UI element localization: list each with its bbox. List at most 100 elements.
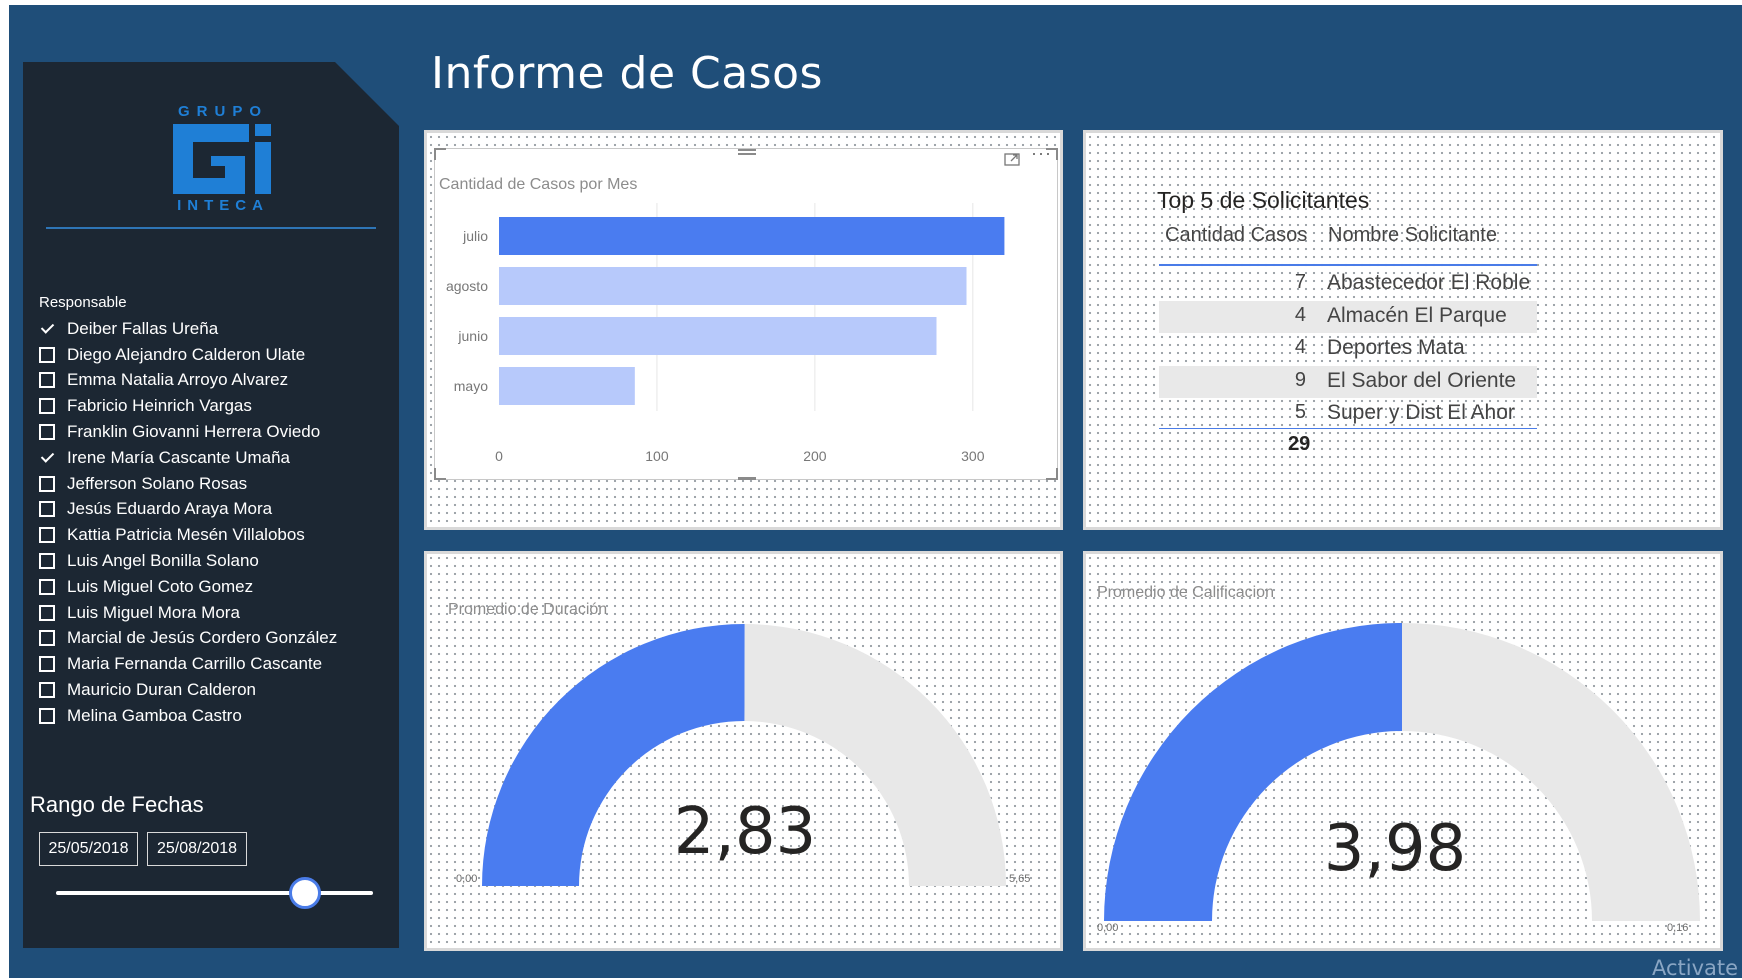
responsable-label: Diego Alejandro Calderon Ulate [67, 344, 306, 364]
checkbox-checked-icon[interactable] [39, 321, 55, 337]
responsable-option[interactable]: Mauricio Duran Calderon [39, 677, 337, 703]
activation-watermark: Activate [1652, 956, 1739, 980]
responsable-option[interactable]: Diego Alejandro Calderon Ulate [39, 342, 337, 368]
responsable-option[interactable]: Kattia Patricia Mesén Villalobos [39, 522, 337, 548]
table-row[interactable]: 4 Almacén El Parque [1159, 300, 1537, 333]
checkbox-icon[interactable] [39, 372, 55, 389]
svg-text:INTECA: INTECA [177, 197, 269, 212]
x-tick-label: 200 [803, 448, 827, 464]
row-name: Super y Dist El Ahor [1327, 401, 1515, 424]
svg-text:GRUPO: GRUPO [178, 103, 268, 120]
logo-divider [46, 227, 376, 229]
responsable-label: Melina Gamboa Castro [67, 705, 242, 725]
responsable-option[interactable]: Franklin Giovanni Herrera Oviedo [39, 419, 337, 445]
checkbox-icon[interactable] [39, 630, 55, 647]
responsable-label: Franklin Giovanni Herrera Oviedo [67, 422, 321, 442]
responsable-label: Luis Miguel Mora Mora [67, 602, 240, 622]
responsable-label: Maria Fernanda Carrillo Cascante [67, 654, 323, 674]
rating-gauge-value: 3,98 [1323, 812, 1467, 886]
filter-sidebar: GRUPO INTECA Responsable Deiber Fallas U… [23, 62, 399, 948]
bar-julio[interactable] [499, 217, 1005, 255]
rating-gauge-min: 0,00 [1097, 922, 1119, 934]
checkbox-icon[interactable] [39, 656, 55, 673]
row-count: 4 [1294, 303, 1306, 326]
checkbox-icon[interactable] [39, 398, 55, 415]
x-tick-label: 300 [961, 448, 985, 464]
responsable-label: Kattia Patricia Mesén Villalobos [67, 525, 305, 545]
responsable-option[interactable]: Jesús Eduardo Araya Mora [39, 497, 337, 523]
page-title: Informe de Casos [431, 48, 823, 99]
responsable-option[interactable]: Luis Angel Bonilla Solano [39, 548, 337, 574]
responsable-option[interactable]: Fabricio Heinrich Vargas [39, 393, 337, 419]
checkbox-icon[interactable] [39, 578, 55, 595]
responsable-option[interactable]: Luis Miguel Coto Gomez [39, 574, 337, 600]
duration-gauge-value: 2,83 [673, 795, 817, 869]
responsable-slicer-title: Responsable [39, 294, 127, 311]
checkbox-icon[interactable] [39, 424, 55, 441]
responsable-label: Deiber Fallas Ureña [67, 318, 219, 338]
row-count: 9 [1294, 368, 1306, 391]
responsable-label: Emma Natalia Arroyo Alvarez [67, 370, 289, 390]
duration-gauge[interactable] [424, 551, 1063, 951]
responsable-option[interactable]: Irene María Cascante Umaña [39, 445, 337, 471]
responsable-option[interactable]: Maria Fernanda Carrillo Cascante [39, 651, 337, 677]
responsable-option[interactable]: Marcial de Jesús Cordero González [39, 626, 337, 652]
responsable-label: Jefferson Solano Rosas [67, 473, 248, 493]
checkbox-icon[interactable] [39, 707, 55, 724]
responsable-slicer: Deiber Fallas Ureña Diego Alejandro Calde… [39, 316, 337, 729]
y-category-label: mayo [454, 378, 488, 394]
responsable-label: Marcial de Jesús Cordero González [67, 628, 338, 648]
window-edge [0, 0, 9, 978]
responsable-option[interactable]: Jefferson Solano Rosas [39, 471, 337, 497]
bar-chart-plot: 0 100 200 300 julio agosto junio mayo [446, 203, 1005, 464]
bar-mayo[interactable] [499, 367, 635, 405]
checkbox-icon[interactable] [39, 553, 55, 570]
row-count: 7 [1294, 271, 1306, 293]
checkbox-icon[interactable] [39, 527, 55, 544]
responsable-option[interactable]: Deiber Fallas Ureña [39, 316, 337, 342]
checkbox-icon[interactable] [39, 501, 55, 518]
checkbox-icon[interactable] [39, 475, 55, 492]
checkbox-icon[interactable] [39, 604, 55, 621]
end-date-input[interactable]: 25/08/2018 [147, 832, 247, 866]
rating-gauge-max: 0,16 [1667, 922, 1689, 934]
checkbox-checked-icon[interactable] [39, 450, 55, 466]
row-name: Almacén El Parque [1327, 303, 1507, 327]
rating-gauge[interactable] [1083, 551, 1723, 951]
row-count: 5 [1294, 401, 1306, 423]
responsable-label: Luis Miguel Coto Gomez [67, 576, 254, 596]
date-range-slider-handle[interactable] [289, 877, 321, 909]
total-divider [1159, 428, 1537, 429]
duration-gauge-min: 0,00 [456, 873, 478, 885]
table-row[interactable]: 7 Abastecedor El Roble [1159, 268, 1537, 300]
row-name: Abastecedor El Roble [1327, 271, 1531, 294]
x-tick-label: 0 [495, 448, 503, 464]
responsable-label: Irene María Cascante Umaña [67, 447, 290, 467]
table-row[interactable]: 4 Deportes Mata [1159, 333, 1537, 365]
row-count: 4 [1294, 336, 1306, 358]
checkbox-icon[interactable] [39, 682, 55, 699]
bar-junio[interactable] [499, 317, 937, 355]
start-date-input[interactable]: 25/05/2018 [39, 832, 138, 866]
responsable-option[interactable]: Luis Miguel Mora Mora [39, 600, 337, 626]
table-row[interactable]: 9 El Sabor del Oriente [1159, 365, 1537, 398]
column-header-name[interactable]: Nombre Solicitante [1328, 224, 1497, 247]
row-name: Deportes Mata [1327, 336, 1465, 359]
checkbox-icon[interactable] [39, 346, 55, 363]
table-title: Top 5 de Solicitantes [1157, 187, 1370, 213]
duration-gauge-max: 5,65 [1009, 873, 1031, 885]
table-row[interactable]: 5 Super y Dist El Ahor [1159, 398, 1537, 430]
row-name: El Sabor del Oriente [1327, 368, 1517, 392]
bar-agosto[interactable] [499, 267, 967, 305]
responsable-label: Fabricio Heinrich Vargas [67, 396, 252, 416]
table-total: 29 [1288, 433, 1311, 455]
responsable-option[interactable]: Emma Natalia Arroyo Alvarez [39, 368, 337, 394]
date-range-slider-track[interactable] [56, 891, 373, 895]
column-header-count[interactable]: Cantidad Casos [1165, 224, 1307, 247]
bar-chart-visual[interactable]: ··· Cantidad de Casos por Mes 0 100 200 300… [434, 143, 1058, 480]
y-category-label: junio [457, 328, 488, 344]
responsable-option[interactable]: Melina Gamboa Castro [39, 703, 337, 729]
header-divider [1159, 264, 1537, 266]
date-range-title: Rango de Fechas [30, 792, 204, 817]
responsable-label: Jesús Eduardo Araya Mora [67, 499, 273, 519]
